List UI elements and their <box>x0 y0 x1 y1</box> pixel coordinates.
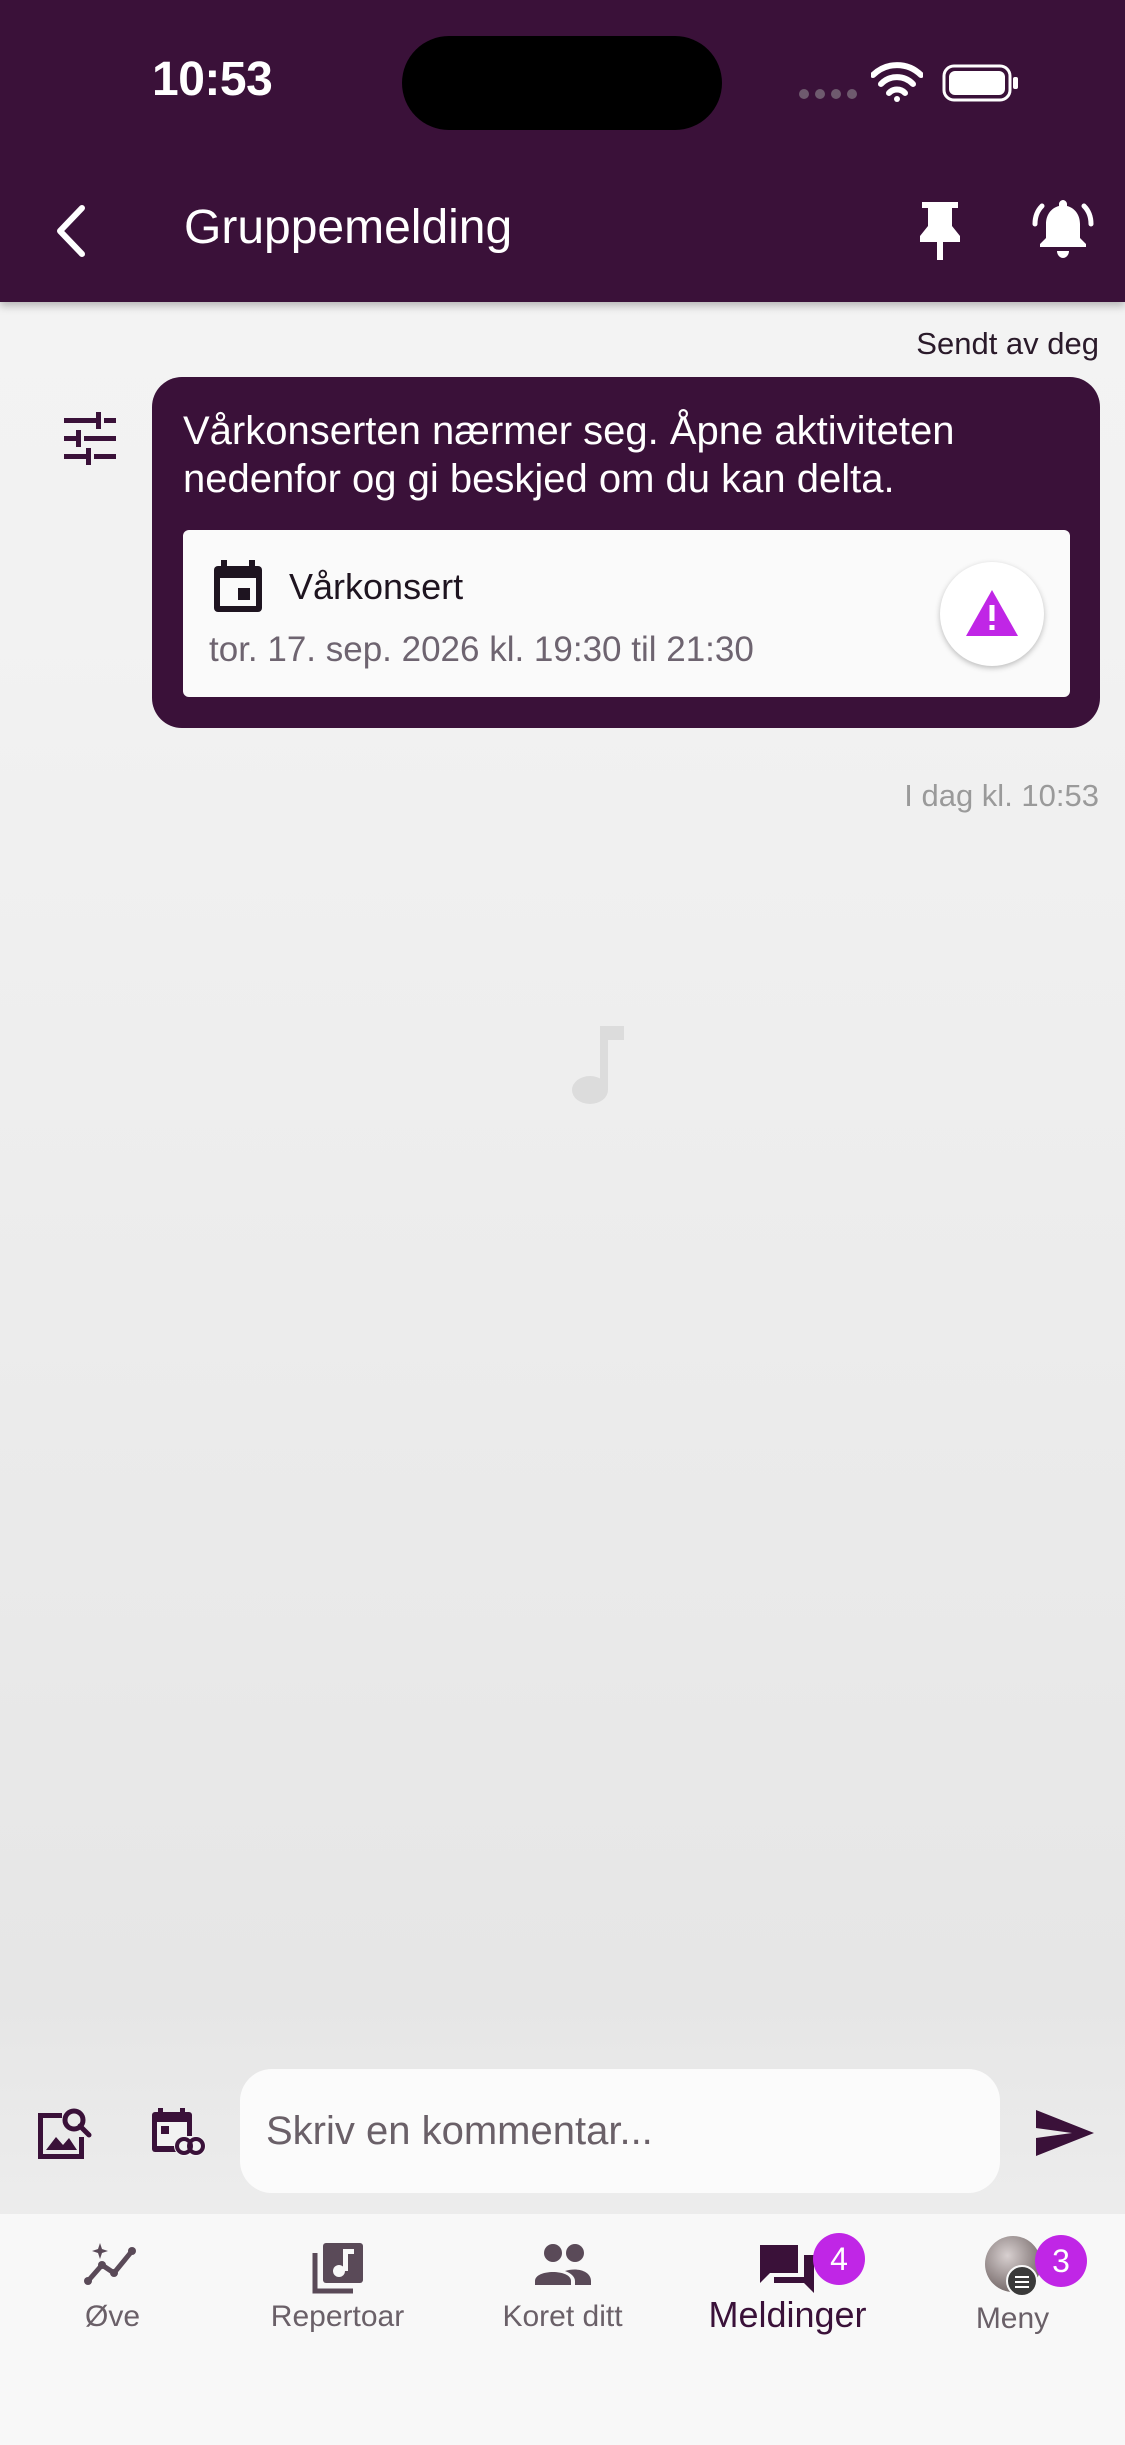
comment-input[interactable] <box>240 2069 1000 2193</box>
send-icon[interactable] <box>1034 2108 1096 2158</box>
cellular-signal-icon <box>799 89 857 99</box>
event-card[interactable]: Vårkonsert tor. 17. sep. 2026 kl. 19:30 … <box>183 530 1070 697</box>
tab-label-practice: Øve <box>84 2300 141 2333</box>
practice-icon <box>83 2243 136 2285</box>
image-search-icon[interactable] <box>34 2105 94 2161</box>
menu-icon <box>1006 2265 1038 2297</box>
tab-label-messages: Meldinger <box>708 2294 867 2335</box>
message-text: Vårkonserten nærmer seg. Åpne aktivitete… <box>183 409 955 501</box>
warning-icon <box>966 590 1018 636</box>
app-header: 10:53 Gruppemelding <box>0 0 1125 302</box>
status-time: 10:53 <box>152 53 273 106</box>
event-date: tor. 17. sep. 2026 kl. 19:30 til 21:30 <box>209 630 754 669</box>
menu-badge: 3 <box>1035 2235 1087 2287</box>
tab-label-repertoire: Repertoar <box>270 2300 405 2333</box>
event-title: Vårkonsert <box>289 566 464 607</box>
notification-bell-icon[interactable] <box>1032 196 1094 262</box>
group-icon <box>534 2244 591 2285</box>
dynamic-island <box>402 36 722 130</box>
tab-label-group: Koret ditt <box>502 2300 623 2333</box>
event-warning-button[interactable] <box>940 562 1044 666</box>
battery-icon <box>942 64 1018 102</box>
wifi-icon <box>871 62 923 102</box>
tune-icon[interactable] <box>60 410 118 468</box>
tab-label-menu: Meny <box>975 2302 1050 2335</box>
music-note-icon <box>572 1026 624 1104</box>
page-title: Gruppemelding <box>184 201 513 254</box>
bottom-tab-bar: Øve Repertoar Koret ditt 4 Meldinger Men… <box>0 2214 1125 2445</box>
link-activity-icon[interactable] <box>150 2106 208 2160</box>
tab-group[interactable]: Koret ditt <box>450 2214 675 2364</box>
sender-label: Sendt av deg <box>916 326 1099 361</box>
back-arrow-icon[interactable] <box>48 196 96 266</box>
tab-repertoire[interactable]: Repertoar <box>225 2214 450 2364</box>
repertoire-icon <box>312 2243 363 2294</box>
pin-icon[interactable] <box>912 196 968 262</box>
message-timestamp: I dag kl. 10:53 <box>904 778 1099 813</box>
tab-practice[interactable]: Øve <box>0 2214 225 2364</box>
calendar-icon <box>214 560 262 612</box>
messages-icon <box>759 2245 814 2293</box>
message-bubble: Vårkonserten nærmer seg. Åpne aktivitete… <box>152 377 1100 728</box>
tab-messages[interactable]: 4 Meldinger <box>675 2214 900 2364</box>
messages-badge: 4 <box>813 2233 865 2285</box>
